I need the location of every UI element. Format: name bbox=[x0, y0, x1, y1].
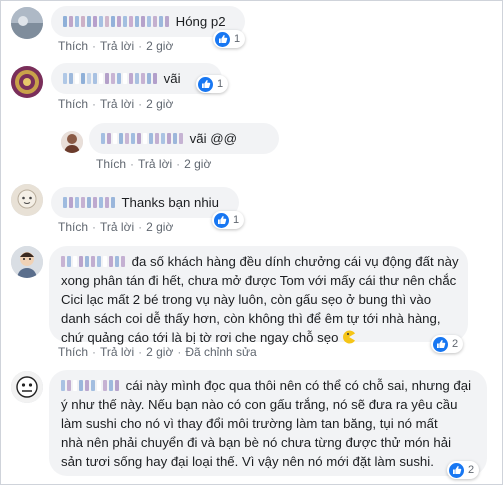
author-name-blurred[interactable] bbox=[61, 377, 121, 391]
reply-link[interactable]: Trả lời bbox=[138, 157, 172, 171]
comment-actions: Thích · Trả lời · 2 giờ · Đã chỉnh sửa bbox=[58, 345, 257, 359]
comment-bubble: đa số khách hàng đều dính chưởng cái vụ … bbox=[49, 246, 468, 345]
pacman-emoji-icon bbox=[342, 330, 356, 344]
author-name-blurred[interactable] bbox=[63, 194, 117, 208]
reply-link[interactable]: Trả lời bbox=[100, 345, 134, 359]
comment-bubble: Thanks bạn nhiu bbox=[51, 187, 239, 218]
comment-text: vãi @@ bbox=[189, 131, 237, 146]
comment-bubble: vãi @@ bbox=[89, 123, 279, 154]
like-icon bbox=[215, 31, 230, 47]
like-link[interactable]: Thích bbox=[58, 345, 88, 359]
author-name-blurred[interactable] bbox=[101, 130, 185, 144]
like-link[interactable]: Thích bbox=[58, 39, 88, 53]
edited-link[interactable]: Đã chỉnh sửa bbox=[185, 345, 256, 359]
like-icon bbox=[198, 76, 213, 92]
like-link[interactable]: Thích bbox=[96, 157, 126, 171]
like-icon bbox=[433, 336, 448, 352]
avatar[interactable] bbox=[11, 246, 43, 278]
like-icon bbox=[449, 462, 464, 478]
avatar[interactable] bbox=[11, 66, 43, 98]
like-icon bbox=[214, 212, 229, 228]
reaction-count[interactable]: 1 bbox=[196, 75, 229, 93]
comment-line: sản tươi sống hay đại loại thế. Vì vậy n… bbox=[61, 454, 434, 469]
comment-line: làm sushi cho nó vì thay đổi môi trường … bbox=[61, 416, 438, 431]
timestamp[interactable]: 2 giờ bbox=[146, 39, 173, 53]
comment-line: Cici lạc mất 2 bé trong vụ này luôn, còn… bbox=[61, 292, 432, 307]
author-name-blurred[interactable] bbox=[61, 253, 127, 267]
avatar[interactable] bbox=[11, 371, 43, 403]
reply-link[interactable]: Trả lời bbox=[100, 97, 134, 111]
comment-line: danh sách coi dễ thấy hơn, còn không thì… bbox=[61, 311, 441, 326]
comment-text: vãi bbox=[163, 71, 181, 86]
comment-actions: Thích · Trả lời · 2 giờ bbox=[58, 39, 174, 53]
avatar[interactable] bbox=[61, 131, 83, 153]
avatar[interactable] bbox=[11, 184, 43, 216]
timestamp[interactable]: 2 giờ bbox=[146, 345, 173, 359]
like-link[interactable]: Thích bbox=[58, 220, 88, 234]
like-link[interactable]: Thích bbox=[58, 97, 88, 111]
comment-actions: Thích · Trả lời · 2 giờ bbox=[96, 157, 212, 171]
comment-line: xong phân tán đi hết, chưa mở được Tom v… bbox=[61, 273, 457, 288]
comment-bubble: cái này mình đọc qua thôi nên có thể có … bbox=[49, 370, 487, 476]
timestamp[interactable]: 2 giờ bbox=[184, 157, 211, 171]
comment-actions: Thích · Trả lời · 2 giờ bbox=[58, 220, 174, 234]
author-name-blurred[interactable] bbox=[63, 13, 171, 27]
reaction-count[interactable]: 1 bbox=[212, 211, 245, 229]
comment-actions: Thích · Trả lời · 2 giờ bbox=[58, 97, 174, 111]
reaction-count[interactable]: 2 bbox=[431, 335, 464, 353]
comment-line: cái này mình đọc qua thôi nên có thể có … bbox=[61, 376, 475, 395]
comment-line: nhà nên phải chuyển đi và bạn bè nó chưa… bbox=[61, 435, 452, 450]
reply-link[interactable]: Trả lời bbox=[100, 220, 134, 234]
comment-line: đa số khách hàng đều dính chưởng cái vụ … bbox=[61, 252, 459, 271]
timestamp[interactable]: 2 giờ bbox=[146, 97, 173, 111]
comment-text: Hóng p2 bbox=[175, 14, 226, 29]
reaction-count[interactable]: 2 bbox=[447, 461, 480, 479]
avatar[interactable] bbox=[11, 7, 43, 39]
reaction-count[interactable]: 1 bbox=[213, 30, 246, 48]
comment-line: ý như thế này. Nếu bạn nào có con gấu tr… bbox=[61, 397, 458, 412]
reply-link[interactable]: Trả lời bbox=[100, 39, 134, 53]
author-name-blurred[interactable] bbox=[63, 70, 159, 84]
comment-text: Thanks bạn nhiu bbox=[121, 195, 219, 210]
timestamp[interactable]: 2 giờ bbox=[146, 220, 173, 234]
